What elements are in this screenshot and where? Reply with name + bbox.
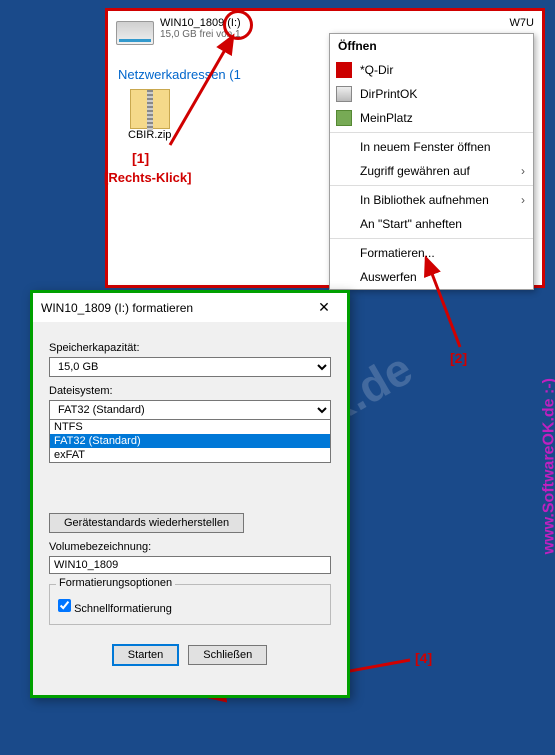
menu-item-new-window[interactable]: In neuem Fenster öffnen (330, 135, 533, 159)
filesystem-dropdown-list: NTFS FAT32 (Standard) exFAT (49, 419, 331, 463)
menu-item-meinplatz[interactable]: MeinPlatz (330, 106, 533, 130)
highlight-circle (223, 10, 253, 40)
filesystem-option-fat32[interactable]: FAT32 (Standard) (50, 434, 330, 448)
app-icon (336, 86, 352, 102)
quick-format-row[interactable]: Schnellformatierung (58, 599, 322, 615)
quick-format-checkbox[interactable] (58, 599, 71, 612)
context-menu-header[interactable]: Öffnen (330, 34, 533, 58)
annotation-2: [2] (450, 350, 467, 366)
network-addresses-heading: Netzwerkadressen (1 (118, 67, 241, 82)
file-name: CBIR.zip (128, 129, 171, 141)
format-options-legend: Formatierungsoptionen (56, 577, 175, 589)
filesystem-option-exfat[interactable]: exFAT (50, 448, 330, 462)
annotation-1: [1] (132, 150, 149, 166)
menu-item-format[interactable]: Formatieren... (330, 241, 533, 265)
dialog-title: WIN10_1809 (I:) formatieren (41, 301, 193, 315)
capacity-select[interactable]: 15,0 GB (49, 357, 331, 377)
menu-item-grant-access[interactable]: Zugriff gewähren auf (330, 159, 533, 183)
filesystem-select[interactable]: FAT32 (Standard) (49, 400, 331, 420)
close-button[interactable]: ✕ (309, 299, 339, 316)
annotation-1-label: [Rechts-Klick] (104, 170, 191, 185)
menu-item-dirprintok[interactable]: DirPrintOK (330, 82, 533, 106)
drive-icon (116, 21, 154, 45)
restore-defaults-button[interactable]: Gerätestandards wiederherstellen (49, 513, 244, 533)
annotation-4: [4] (415, 650, 432, 666)
volume-label-label: Volumebezeichnung: (49, 541, 331, 553)
menu-item-eject[interactable]: Auswerfen (330, 265, 533, 289)
filesystem-option-ntfs[interactable]: NTFS (50, 420, 330, 434)
file-item-zip[interactable]: CBIR.zip (128, 89, 171, 141)
drive-item[interactable]: WIN10_1809 (I:) 15,0 GB frei von 1 (116, 17, 241, 45)
app-icon (336, 110, 352, 126)
quick-format-label: Schnellformatierung (74, 603, 172, 615)
filesystem-label: Dateisystem: (49, 385, 331, 397)
watermark-side: www.SoftwareOK.de :-) (540, 378, 555, 554)
zip-icon (130, 89, 170, 129)
capacity-label: Speicherkapazität: (49, 342, 331, 354)
format-dialog: WIN10_1809 (I:) formatieren ✕ Speicherka… (30, 290, 350, 698)
menu-item-qdir[interactable]: *Q-Dir (330, 58, 533, 82)
explorer-window: WIN10_1809 (I:) 15,0 GB frei von 1 W7U N… (105, 8, 545, 288)
context-menu: Öffnen *Q-Dir DirPrintOK MeinPlatz In ne… (329, 33, 534, 290)
drive-name: W7U (510, 17, 534, 29)
app-icon (336, 62, 352, 78)
close-dialog-button[interactable]: Schließen (188, 645, 267, 665)
menu-item-pin-start[interactable]: An "Start" anheften (330, 212, 533, 236)
format-options-frame: Formatierungsoptionen Schnellformatierun… (49, 584, 331, 625)
dialog-titlebar: WIN10_1809 (I:) formatieren ✕ (33, 293, 347, 322)
start-button[interactable]: Starten (113, 645, 178, 665)
menu-item-add-library[interactable]: In Bibliothek aufnehmen (330, 188, 533, 212)
volume-label-input[interactable] (49, 556, 331, 574)
